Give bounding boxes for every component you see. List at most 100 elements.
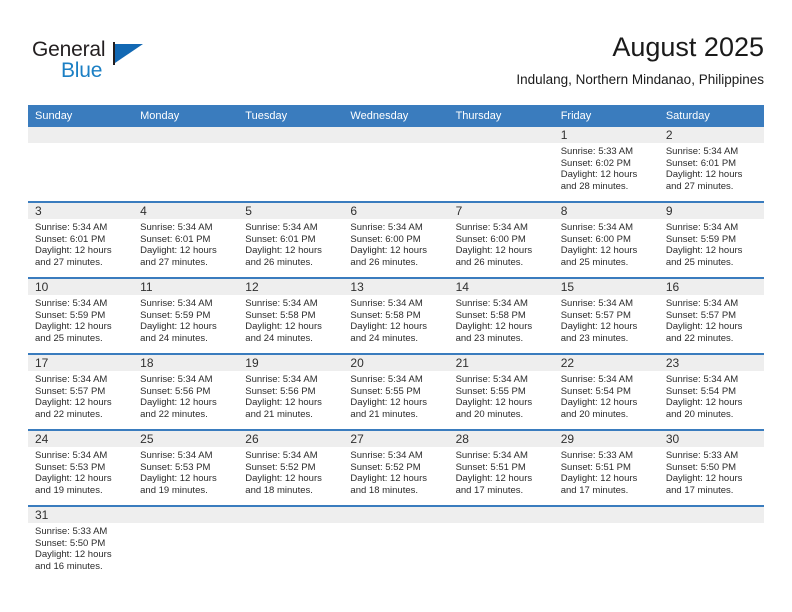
weekday-header-saturday: Saturday <box>658 105 764 127</box>
calendar-day-cell[interactable]: 25 Sunrise: 5:34 AM Sunset: 5:53 PM Dayligh… <box>133 431 239 505</box>
sunset-time: Sunset: 5:58 PM <box>455 309 526 321</box>
daylight-duration-line2: and 16 minutes. <box>35 560 103 572</box>
day-details: Sunrise: 5:34 AM Sunset: 5:57 PM Daylight:… <box>554 295 659 344</box>
day-number: 10 <box>28 279 134 295</box>
calendar-day-cell[interactable]: 24 Sunrise: 5:34 AM Sunset: 5:53 PM Dayligh… <box>28 431 134 505</box>
day-details <box>449 523 554 526</box>
calendar-day-cell[interactable]: 19 Sunrise: 5:34 AM Sunset: 5:56 PM Dayligh… <box>238 355 344 429</box>
calendar-day-cell[interactable]: 30 Sunrise: 5:33 AM Sunset: 5:50 PM Dayligh… <box>658 431 764 505</box>
day-details <box>659 523 764 526</box>
day-number: 25 <box>133 431 239 447</box>
sunrise-time: Sunrise: 5:34 AM <box>140 222 213 233</box>
daylight-duration-line1: Daylight: 12 hours <box>665 245 743 257</box>
calendar-day-cell[interactable]: 20 Sunrise: 5:34 AM Sunset: 5:55 PM Dayligh… <box>343 355 449 429</box>
calendar-day-cell[interactable]: 17 Sunrise: 5:34 AM Sunset: 5:57 PM Dayligh… <box>28 355 134 429</box>
daylight-duration-line2: and 22 minutes. <box>35 408 103 420</box>
calendar-body: 1 Sunrise: 5:33 AM Sunset: 6:02 PM Daylight… <box>28 127 764 589</box>
sunrise-time: Sunrise: 5:34 AM <box>665 374 739 385</box>
daylight-duration-line1: Daylight: 12 hours <box>560 397 638 409</box>
weekday-header-monday: Monday <box>133 105 239 127</box>
calendar-day-cell[interactable]: 21 Sunrise: 5:34 AM Sunset: 5:55 PM Dayligh… <box>448 355 554 429</box>
weekday-header-wednesday: Wednesday <box>343 105 449 127</box>
daylight-duration-line2: and 23 minutes. <box>560 332 629 344</box>
sunrise-time: Sunrise: 5:34 AM <box>350 450 423 461</box>
calendar-day-cell[interactable]: 6 Sunrise: 5:34 AM Sunset: 6:00 PM Daylight… <box>343 203 449 277</box>
day-details: Sunrise: 5:33 AM Sunset: 5:51 PM Daylight:… <box>554 447 659 496</box>
day-number: 29 <box>553 431 659 447</box>
day-number: 21 <box>448 355 554 371</box>
calendar-day-cell[interactable]: 28 Sunrise: 5:34 AM Sunset: 5:51 PM Dayligh… <box>448 431 554 505</box>
day-number <box>448 127 554 143</box>
day-number: 11 <box>133 279 239 295</box>
daylight-duration-line1: Daylight: 12 hours <box>665 169 743 181</box>
weekday-header-thursday: Thursday <box>448 105 554 127</box>
day-number: 6 <box>343 203 449 219</box>
calendar-day-cell[interactable]: 13 Sunrise: 5:34 AM Sunset: 5:58 PM Dayligh… <box>343 279 449 353</box>
calendar-day-cell[interactable]: 27 Sunrise: 5:34 AM Sunset: 5:52 PM Dayligh… <box>343 431 449 505</box>
day-details: Sunrise: 5:34 AM Sunset: 6:00 PM Daylight:… <box>343 219 448 268</box>
calendar-day-cell[interactable]: 5 Sunrise: 5:34 AM Sunset: 6:01 PM Daylight… <box>238 203 344 277</box>
calendar-day-cell[interactable]: 3 Sunrise: 5:34 AM Sunset: 6:01 PM Daylight… <box>28 203 134 277</box>
calendar-day-cell[interactable]: 22 Sunrise: 5:34 AM Sunset: 5:54 PM Dayligh… <box>553 355 659 429</box>
sunrise-time: Sunrise: 5:34 AM <box>35 298 108 309</box>
day-number <box>658 507 764 523</box>
calendar-day-cell[interactable]: 26 Sunrise: 5:34 AM Sunset: 5:52 PM Dayligh… <box>238 431 344 505</box>
daylight-duration-line2: and 25 minutes. <box>665 256 734 268</box>
daylight-duration-line1: Daylight: 12 hours <box>350 397 427 409</box>
sunset-time: Sunset: 5:55 PM <box>455 385 526 397</box>
calendar-day-cell[interactable]: 10 Sunrise: 5:34 AM Sunset: 5:59 PM Dayligh… <box>28 279 134 353</box>
sunset-time: Sunset: 5:53 PM <box>140 461 211 473</box>
day-number: 20 <box>343 355 449 371</box>
calendar-day-cell[interactable]: 15 Sunrise: 5:34 AM Sunset: 5:57 PM Dayligh… <box>553 279 659 353</box>
calendar-day-cell[interactable]: 18 Sunrise: 5:34 AM Sunset: 5:56 PM Dayligh… <box>133 355 239 429</box>
day-number: 26 <box>238 431 344 447</box>
calendar-day-cell[interactable]: 11 Sunrise: 5:34 AM Sunset: 5:59 PM Dayligh… <box>133 279 239 353</box>
sunset-time: Sunset: 5:51 PM <box>455 461 526 473</box>
daylight-duration-line1: Daylight: 12 hours <box>350 245 427 257</box>
day-details <box>343 143 448 146</box>
calendar-empty-cell <box>238 127 344 201</box>
calendar-day-cell[interactable]: 31 Sunrise: 5:33 AM Sunset: 5:50 PM Dayligh… <box>28 507 134 589</box>
sunrise-time: Sunrise: 5:33 AM <box>35 526 108 537</box>
daylight-duration-line1: Daylight: 12 hours <box>140 397 217 409</box>
calendar-day-cell[interactable]: 29 Sunrise: 5:33 AM Sunset: 5:51 PM Dayligh… <box>553 431 659 505</box>
calendar-day-cell[interactable]: 1 Sunrise: 5:33 AM Sunset: 6:02 PM Daylight… <box>553 127 659 201</box>
day-number: 18 <box>133 355 239 371</box>
day-details: Sunrise: 5:34 AM Sunset: 6:01 PM Daylight:… <box>28 219 133 268</box>
calendar-day-cell[interactable]: 7 Sunrise: 5:34 AM Sunset: 6:00 PM Daylight… <box>448 203 554 277</box>
day-number: 15 <box>553 279 659 295</box>
sunset-time: Sunset: 5:59 PM <box>140 309 211 321</box>
day-details: Sunrise: 5:34 AM Sunset: 5:55 PM Daylight:… <box>449 371 554 420</box>
day-details: Sunrise: 5:34 AM Sunset: 5:53 PM Daylight:… <box>28 447 133 496</box>
daylight-duration-line2: and 17 minutes. <box>560 484 629 496</box>
sunrise-time: Sunrise: 5:34 AM <box>245 374 318 385</box>
day-number <box>133 127 239 143</box>
daylight-duration-line1: Daylight: 12 hours <box>35 473 112 485</box>
sunrise-time: Sunrise: 5:34 AM <box>455 450 528 461</box>
calendar-week-row: 3 Sunrise: 5:34 AM Sunset: 6:01 PM Daylight… <box>28 203 764 277</box>
calendar-day-cell[interactable]: 9 Sunrise: 5:34 AM Sunset: 5:59 PM Daylight… <box>658 203 764 277</box>
day-number <box>133 507 239 523</box>
day-details: Sunrise: 5:34 AM Sunset: 6:01 PM Daylight:… <box>659 143 764 192</box>
calendar-day-cell[interactable]: 8 Sunrise: 5:34 AM Sunset: 6:00 PM Daylight… <box>553 203 659 277</box>
sunset-time: Sunset: 6:01 PM <box>245 233 316 245</box>
sunset-time: Sunset: 5:59 PM <box>35 309 106 321</box>
calendar-day-cell[interactable]: 23 Sunrise: 5:34 AM Sunset: 5:54 PM Dayligh… <box>658 355 764 429</box>
calendar-day-cell[interactable]: 16 Sunrise: 5:34 AM Sunset: 5:57 PM Dayligh… <box>658 279 764 353</box>
calendar-empty-cell <box>133 127 239 201</box>
daylight-duration-line1: Daylight: 12 hours <box>245 245 322 257</box>
day-details: Sunrise: 5:34 AM Sunset: 5:52 PM Daylight:… <box>343 447 448 496</box>
calendar-day-cell[interactable]: 4 Sunrise: 5:34 AM Sunset: 6:01 PM Daylight… <box>133 203 239 277</box>
sunrise-time: Sunrise: 5:34 AM <box>455 298 528 309</box>
day-number: 7 <box>448 203 554 219</box>
calendar-day-cell[interactable]: 14 Sunrise: 5:34 AM Sunset: 5:58 PM Dayligh… <box>448 279 554 353</box>
calendar-day-cell[interactable]: 2 Sunrise: 5:34 AM Sunset: 6:01 PM Daylight… <box>658 127 764 201</box>
general-blue-logo[interactable]: General Blue <box>32 38 182 94</box>
sunset-time: Sunset: 6:00 PM <box>455 233 526 245</box>
daylight-duration-line1: Daylight: 12 hours <box>245 397 322 409</box>
sunset-time: Sunset: 6:00 PM <box>350 233 421 245</box>
daylight-duration-line2: and 20 minutes. <box>665 408 734 420</box>
sunset-time: Sunset: 5:50 PM <box>35 537 106 549</box>
title-block: August 2025 Indulang, Northern Mindanao,… <box>516 30 764 90</box>
calendar-day-cell[interactable]: 12 Sunrise: 5:34 AM Sunset: 5:58 PM Dayligh… <box>238 279 344 353</box>
